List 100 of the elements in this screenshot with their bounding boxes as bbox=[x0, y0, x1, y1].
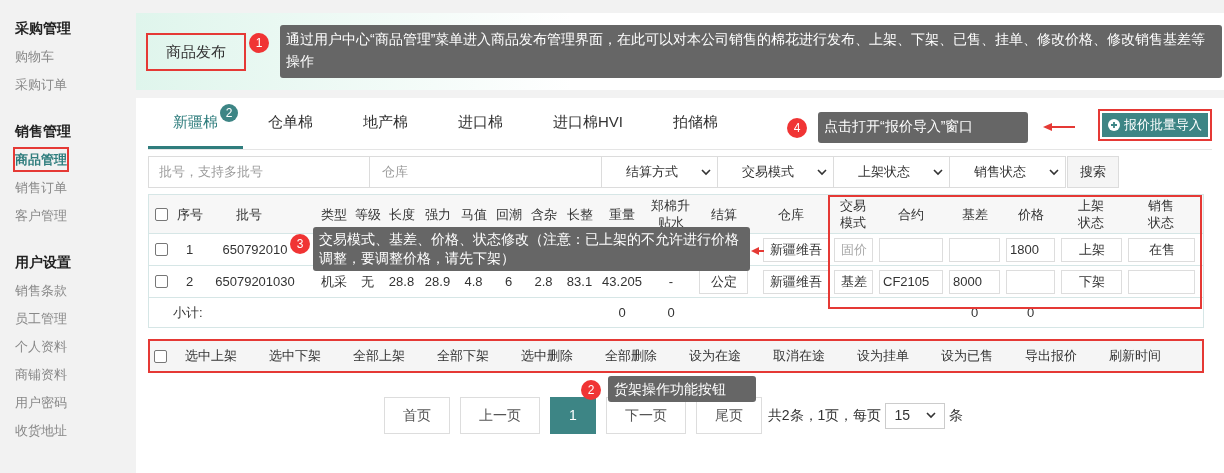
sidebar-heading: 销售管理 bbox=[15, 122, 72, 141]
table-cell-text: 2 bbox=[185, 272, 194, 291]
action-button[interactable]: 导出报价 bbox=[1011, 346, 1091, 366]
checkbox[interactable] bbox=[154, 349, 167, 363]
callout-tooltip: 点击打开“报价导入”窗口 bbox=[818, 112, 1028, 143]
action-button[interactable]: 取消在途 bbox=[759, 346, 839, 366]
input-field[interactable] bbox=[1006, 269, 1055, 294]
table-cell-text: 4.8 bbox=[464, 272, 483, 291]
column-header: 重量 bbox=[609, 205, 635, 223]
action-button[interactable]: 刷新时间 bbox=[1095, 346, 1175, 366]
table-cell-text: 83.1 bbox=[566, 272, 593, 291]
sidebar-item[interactable]: 商品管理 bbox=[15, 149, 67, 170]
action-button[interactable]: 全部上架 bbox=[339, 346, 419, 366]
action-button[interactable]: 选中删除 bbox=[507, 346, 587, 366]
column-header: 上架状态 bbox=[1077, 197, 1106, 231]
column-header: 马值 bbox=[460, 205, 487, 223]
checkbox[interactable] bbox=[154, 207, 168, 221]
checkbox[interactable] bbox=[154, 275, 168, 288]
callout-tooltip: 通过用户中心“商品管理”菜单进入商品发布管理界面，在此可以对本公司销售的棉花进行发布、上架、下架、已售、挂单、修改价格、修改销售基差等操作 bbox=[280, 25, 1222, 78]
search-button[interactable]: 搜索 bbox=[1067, 156, 1119, 188]
input-field[interactable] bbox=[879, 237, 943, 262]
column-header: 结算 bbox=[710, 205, 737, 223]
table-cell-text: 65079201030 bbox=[215, 272, 295, 291]
action-button[interactable]: 设为在途 bbox=[675, 346, 755, 366]
column-header: 含杂 bbox=[530, 205, 557, 223]
table-cell-text: 43.205 bbox=[602, 272, 642, 291]
chevron-down-icon bbox=[817, 168, 827, 176]
plus-icon bbox=[1108, 119, 1120, 131]
action-button[interactable]: 选中下架 bbox=[255, 346, 335, 366]
column-header: 长整 bbox=[566, 205, 593, 223]
action-button[interactable]: 设为挂单 bbox=[843, 346, 923, 366]
page-title: 商品发布 bbox=[166, 42, 226, 60]
tab[interactable]: 地产棉 bbox=[338, 98, 433, 149]
action-button[interactable]: 全部下架 bbox=[423, 346, 503, 366]
pagination-unit: 条 bbox=[949, 406, 964, 425]
checkbox[interactable] bbox=[154, 243, 168, 256]
tab[interactable]: 仓单棉 bbox=[243, 98, 338, 149]
tab[interactable]: 新疆棉 2 bbox=[148, 98, 243, 149]
mode-field[interactable]: 基差 bbox=[834, 269, 873, 294]
count-badge: 2 bbox=[220, 104, 238, 122]
filter-select[interactable]: 销售状态 bbox=[950, 156, 1066, 188]
page-button[interactable]: 上一页 bbox=[460, 397, 540, 434]
arrow-icon bbox=[1043, 122, 1075, 132]
action-button[interactable]: 选中上架 bbox=[171, 346, 251, 366]
table-cell-text: 6 bbox=[504, 272, 513, 291]
column-header: 销售状态 bbox=[1147, 197, 1176, 231]
action-button[interactable]: 全部删除 bbox=[591, 346, 671, 366]
column-header: 价格 bbox=[1017, 205, 1044, 223]
sidebar-heading: 采购管理 bbox=[15, 19, 72, 38]
table-cell-text: 650792010 bbox=[222, 240, 288, 259]
warehouse-input-field[interactable]: 仓库 bbox=[370, 156, 602, 188]
column-header: 类型 bbox=[320, 205, 347, 223]
filter-select[interactable]: 交易模式 bbox=[718, 156, 834, 188]
table-cell-text: 机采 bbox=[320, 272, 347, 291]
table-cell-text: 无 bbox=[361, 272, 374, 291]
column-header: 仓库 bbox=[778, 205, 804, 223]
column-header: 批号 bbox=[235, 205, 263, 223]
filter-select[interactable]: 上架状态 bbox=[834, 156, 950, 188]
cell-box[interactable]: 下架 bbox=[1061, 269, 1122, 294]
tab[interactable]: 进口棉 bbox=[433, 98, 528, 149]
pagination-summary: 共2条，1页，每页 bbox=[767, 406, 882, 425]
column-header: 序号 bbox=[176, 205, 203, 223]
tab[interactable]: 进口棉HVI bbox=[528, 98, 648, 149]
table-cell-text: 0 bbox=[666, 303, 676, 322]
cell-box[interactable] bbox=[1128, 269, 1195, 294]
table-cell-text: 1 bbox=[185, 240, 194, 259]
table-cell-text: 2.8 bbox=[534, 272, 553, 291]
tab[interactable]: 拍储棉 bbox=[648, 98, 743, 149]
column-header: 交易模式 bbox=[839, 197, 868, 231]
batch-input-field[interactable]: 批号，支持多批号 bbox=[148, 156, 370, 188]
column-header: 回潮 bbox=[495, 205, 522, 223]
chevron-down-icon bbox=[1049, 168, 1059, 176]
page-button[interactable]: 首页 bbox=[384, 397, 450, 434]
sidebar-heading: 用户设置 bbox=[15, 253, 72, 272]
chevron-down-icon bbox=[701, 168, 711, 176]
column-header: 等级 bbox=[354, 205, 381, 223]
input-field[interactable] bbox=[949, 237, 1000, 262]
table-cell-text: 0 bbox=[617, 303, 627, 322]
column-header: 长度 bbox=[388, 205, 415, 223]
arrow-icon bbox=[751, 246, 764, 256]
page-button[interactable]: 1 bbox=[550, 397, 596, 434]
import-button[interactable]: 报价批量导入 bbox=[1102, 113, 1208, 137]
cell-box[interactable]: 在售 bbox=[1128, 237, 1195, 262]
cell-box[interactable]: 上架 bbox=[1061, 237, 1122, 262]
action-button[interactable]: 设为已售 bbox=[927, 346, 1007, 366]
callout-tooltip: 交易模式、基差、价格、状态修改（注意：已上架的不允许进行价格调整，要调整价格，请先下架） bbox=[313, 227, 750, 271]
chevron-down-icon bbox=[926, 412, 937, 419]
chevron-down-icon bbox=[933, 168, 943, 176]
cell-box[interactable]: 新疆维吾 bbox=[763, 237, 829, 262]
filter-select[interactable]: 结算方式 bbox=[602, 156, 718, 188]
input-field[interactable]: 8000 bbox=[949, 269, 1000, 294]
cell-box[interactable]: 新疆维吾 bbox=[763, 269, 829, 294]
callout-tooltip: 货架操作功能按钮 bbox=[608, 376, 756, 402]
column-header: 强力 bbox=[424, 205, 451, 223]
input-field[interactable]: 1800 bbox=[1006, 237, 1055, 262]
table-cell-text: 28.9 bbox=[424, 272, 451, 291]
input-field[interactable]: CF2105 bbox=[879, 269, 943, 294]
page-size-select[interactable]: 15 bbox=[885, 402, 946, 429]
column-header: 合约 bbox=[898, 205, 924, 223]
column-header: 基差 bbox=[961, 205, 988, 223]
